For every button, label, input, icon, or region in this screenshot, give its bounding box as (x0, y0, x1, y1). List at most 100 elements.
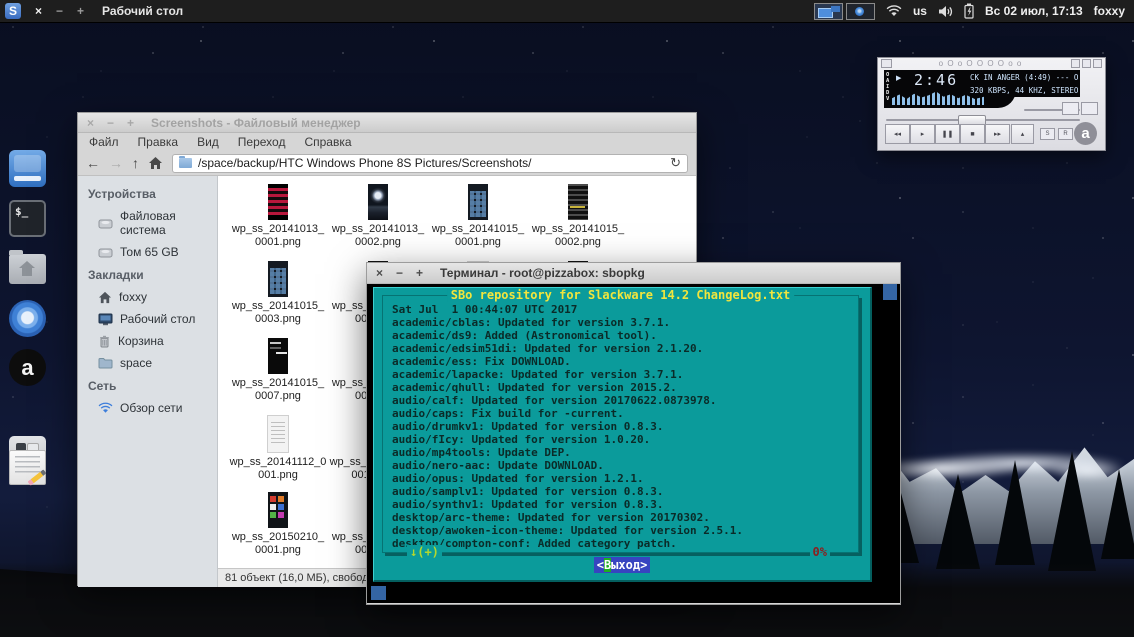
menu-view[interactable]: Вид (197, 135, 219, 149)
player-track-title[interactable]: CK IN ANGER (4:49) --- OASIS - (970, 73, 1078, 82)
wifi-icon[interactable] (886, 5, 902, 17)
keyboard-layout-indicator[interactable]: us (913, 4, 927, 18)
active-window-title[interactable]: Рабочий стол (102, 4, 183, 18)
home-icon[interactable] (148, 156, 163, 170)
file-manager-icon[interactable] (9, 150, 46, 187)
file-item[interactable]: wp_ss_20141112_0001.png (228, 415, 328, 492)
file-item[interactable]: wp_ss_20141015_0007.png (228, 338, 328, 415)
chromium-icon[interactable] (9, 300, 46, 337)
shuffle-button[interactable]: S (1040, 128, 1055, 140)
playlist-button[interactable] (1081, 102, 1098, 115)
fm-close-button[interactable]: × (87, 117, 94, 129)
network-icon (98, 402, 113, 414)
app-menu-button[interactable]: S (5, 3, 21, 19)
home-folder-icon[interactable] (9, 250, 46, 287)
menu-help[interactable]: Справка (304, 135, 351, 149)
fm-titlebar[interactable]: × − + Screenshots - Файловый менеджер (78, 113, 696, 133)
play-button[interactable]: ▸ (910, 124, 935, 144)
sidebar-item-label: Файловая система (120, 209, 211, 237)
audacious-icon[interactable]: a (9, 349, 46, 386)
player-stream-info: 320 KBPS, 44 KHZ, STEREO (970, 86, 1078, 95)
terminal-screen[interactable]: SBo repository for Slackware 14.2 Change… (367, 284, 900, 603)
player-close-button[interactable] (1093, 59, 1102, 68)
sidebar-item-trash[interactable]: Корзина (78, 330, 217, 352)
up-icon[interactable]: ↑ (132, 156, 139, 170)
back-icon[interactable]: ← (86, 156, 100, 170)
menu-go[interactable]: Переход (238, 135, 286, 149)
home-icon (98, 291, 112, 304)
player-clutterbar[interactable]: OAIDV (886, 72, 892, 102)
next-button[interactable]: ▸▸ (985, 124, 1010, 144)
file-item[interactable]: wp_ss_20141015_0001.png (428, 184, 528, 261)
path-bar[interactable]: /space/backup/HTC Windows Phone 8S Pictu… (172, 154, 688, 173)
exit-button[interactable]: <Выход> (594, 557, 651, 573)
file-item[interactable]: wp_ss_20141015_0002.png (528, 184, 628, 261)
file-item[interactable]: wp_ss_20150210_0001.png (228, 492, 328, 568)
volume-icon[interactable] (938, 5, 953, 18)
tree-silhouette (1048, 451, 1096, 571)
sidebar-item-label: Рабочий стол (120, 312, 195, 326)
menu-edit[interactable]: Правка (138, 135, 179, 149)
reload-icon[interactable]: ↻ (670, 155, 681, 171)
current-path[interactable]: /space/backup/HTC Windows Phone 8S Pictu… (198, 156, 532, 170)
panel-minimize-button[interactable]: − (56, 4, 63, 18)
terminal-minimize-button[interactable]: − (396, 267, 403, 279)
fm-window-title: Screenshots - Файловый менеджер (151, 116, 361, 130)
sidebar-item-filesystem[interactable]: Файловая система (78, 205, 217, 241)
menu-file[interactable]: Файл (89, 135, 119, 149)
battery-icon[interactable] (964, 3, 974, 19)
sidebar-item-label: Том 65 GB (120, 245, 179, 259)
seek-slider[interactable] (886, 119, 1080, 121)
fm-maximize-button[interactable]: + (127, 117, 134, 129)
terminal-close-button[interactable]: × (376, 267, 383, 279)
repeat-button[interactable]: R (1058, 128, 1073, 140)
file-item[interactable]: wp_ss_20141015_0003.png (228, 261, 328, 338)
player-minimize-button[interactable] (1071, 59, 1080, 68)
fm-menubar: Файл Правка Вид Переход Справка (78, 133, 696, 151)
workspace-1[interactable] (814, 3, 843, 20)
file-thumbnail (368, 184, 388, 220)
workspace-2[interactable] (846, 3, 875, 20)
panel-close-button[interactable]: × (35, 4, 42, 18)
previous-button[interactable]: ◂◂ (885, 124, 910, 144)
house-glyph (19, 261, 35, 268)
sidebar-item-space[interactable]: space (78, 352, 217, 374)
audacious-player: o O o O O O O o o OAIDV ▶ 2:46 CK IN ANG… (877, 57, 1106, 151)
stop-button[interactable]: ■ (960, 124, 985, 144)
pause-button[interactable]: ❚❚ (935, 124, 960, 144)
text-editor-icon[interactable] (9, 448, 46, 485)
ncurses-background-fragment (371, 586, 386, 600)
file-item[interactable]: wp_ss_20141013_0001.png (228, 184, 328, 261)
fm-minimize-button[interactable]: − (107, 117, 114, 129)
sidebar-section-devices: Устройства (78, 182, 217, 205)
player-titlebar[interactable]: o O o O O O O o o (878, 58, 1105, 69)
sidebar-item-home[interactable]: foxxy (78, 286, 217, 308)
file-name: wp_ss_20141013_0002.png (329, 223, 427, 249)
panel-clock[interactable]: Вс 02 июл, 17:13 (985, 4, 1083, 18)
fm-sidebar: Устройства Файловая система Том 65 GB За… (78, 176, 218, 587)
terminal-icon[interactable]: $_ (9, 200, 46, 237)
player-time[interactable]: 2:46 (914, 71, 958, 89)
terminal-maximize-button[interactable]: + (416, 267, 423, 279)
document-shape (9, 450, 46, 485)
terminal-window: × − + Терминал - root@pizzabox: sbopkg S… (366, 262, 901, 605)
sidebar-item-network-browse[interactable]: Обзор сети (78, 397, 217, 419)
player-title-dots: o O o O O O O o o (939, 60, 1023, 68)
player-menu-icon[interactable] (881, 59, 892, 68)
session-user-menu[interactable]: foxxy (1094, 4, 1125, 18)
file-name: wp_ss_20150210_0001.png (229, 531, 327, 557)
equalizer-button[interactable] (1062, 102, 1079, 115)
changelog-text-box: SBo repository for Slackware 14.2 Change… (382, 295, 859, 553)
audacious-logo[interactable]: a (1074, 122, 1097, 145)
drive-icon (98, 217, 113, 230)
sidebar-item-desktop[interactable]: Рабочий стол (78, 308, 217, 330)
sidebar-item-volume[interactable]: Том 65 GB (78, 241, 217, 263)
forward-icon[interactable]: → (109, 156, 123, 170)
file-thumbnail (268, 492, 288, 528)
terminal-titlebar[interactable]: × − + Терминал - root@pizzabox: sbopkg (367, 263, 900, 284)
player-shade-button[interactable] (1082, 59, 1091, 68)
panel-maximize-button[interactable]: + (77, 4, 84, 18)
folder-shape (9, 254, 46, 284)
file-item[interactable]: wp_ss_20141013_0002.png (328, 184, 428, 261)
eject-button[interactable]: ▴ (1011, 124, 1034, 144)
